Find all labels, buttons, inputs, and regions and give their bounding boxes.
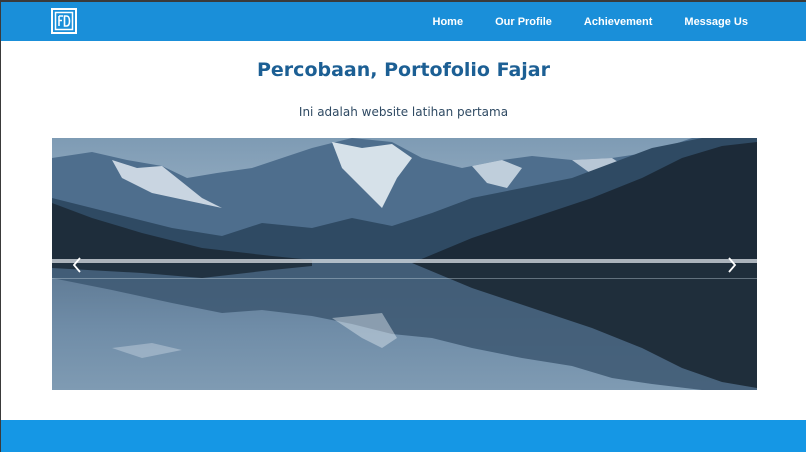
nav-our-profile[interactable]: Our Profile — [495, 16, 552, 28]
carousel-next-button[interactable] — [717, 248, 747, 282]
chevron-right-icon — [728, 257, 737, 273]
nav-menu: Home Our Profile Achievement Message Us — [417, 2, 806, 41]
footer-section — [1, 420, 806, 452]
carousel-prev-button[interactable] — [62, 248, 92, 282]
navbar: Home Our Profile Achievement Message Us — [1, 2, 806, 41]
image-carousel — [52, 138, 757, 390]
page-title: Percobaan, Portofolio Fajar — [257, 59, 550, 81]
fd-logo-icon[interactable] — [51, 8, 77, 34]
nav-achievement[interactable]: Achievement — [584, 16, 652, 28]
browser-viewport: Home Our Profile Achievement Message Us … — [1, 2, 806, 452]
carousel-image-mountain-lake — [52, 138, 757, 390]
nav-home[interactable]: Home — [433, 16, 464, 28]
page-subtitle: Ini adalah website latihan pertama — [298, 105, 509, 119]
chevron-left-icon — [72, 257, 81, 273]
nav-message-us[interactable]: Message Us — [684, 16, 748, 28]
